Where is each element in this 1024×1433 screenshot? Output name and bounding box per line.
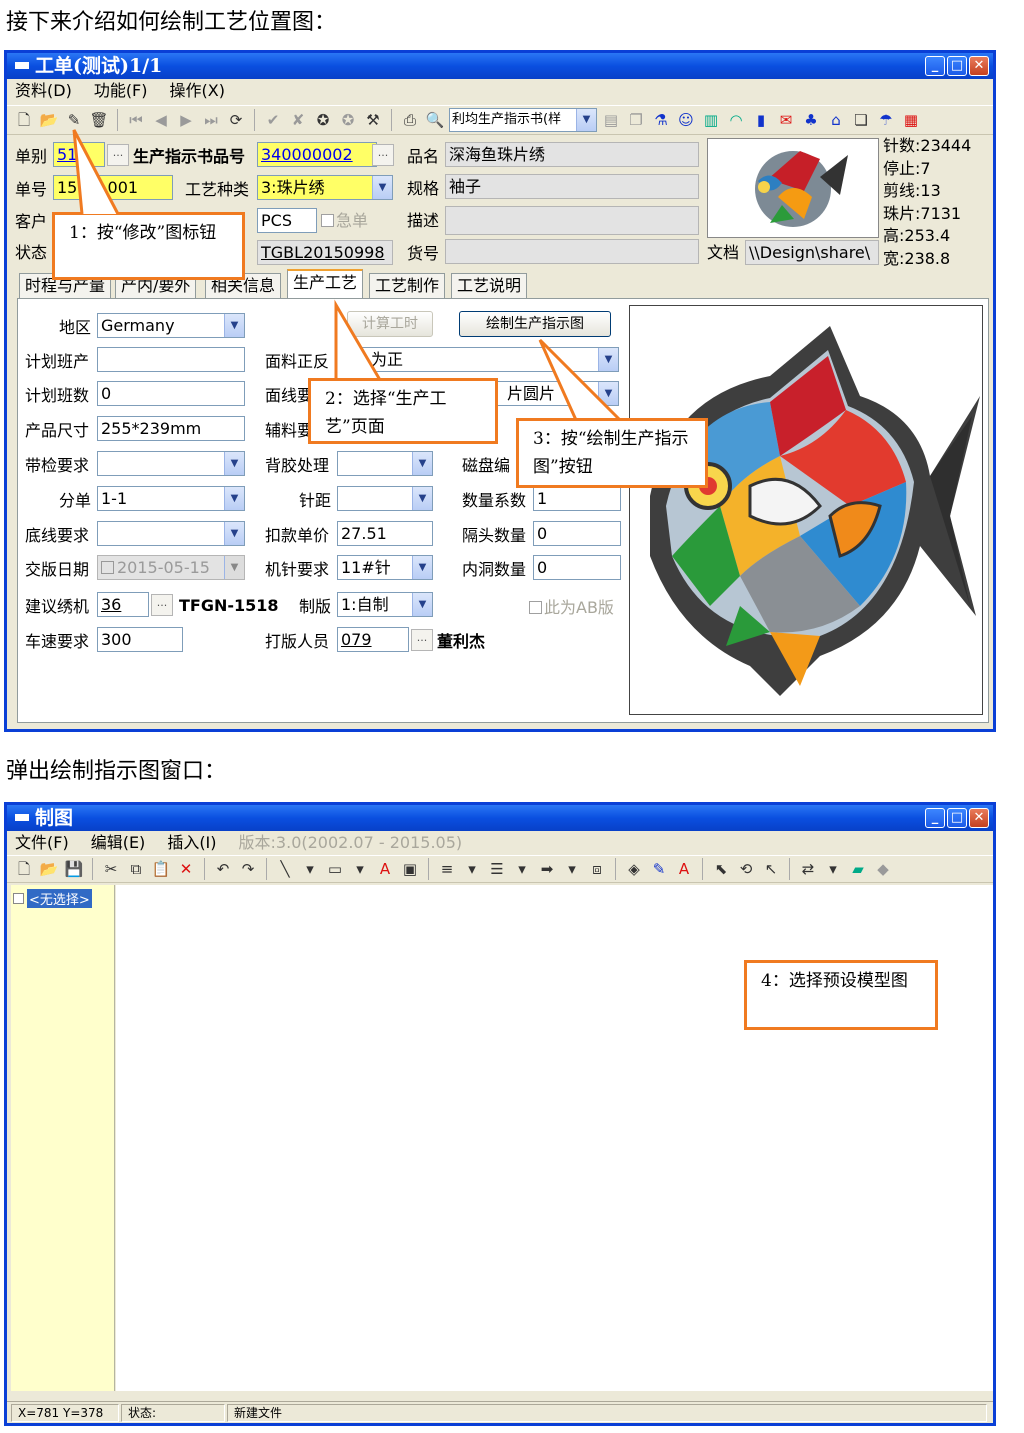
- selection-item[interactable]: <无选择>: [13, 889, 114, 908]
- arrow-style-dropdown-icon[interactable]: ▾: [561, 858, 583, 880]
- toolbar-separator: [428, 858, 429, 880]
- paste-icon[interactable]: 📋: [150, 858, 172, 880]
- draw-window: 制图 _ □ ✕ 文件(F) 编辑(E) 插入(I) 版本:3.0(2002.0…: [4, 802, 996, 1426]
- minimize-button[interactable]: _: [925, 808, 945, 828]
- draw-menubar: 文件(F) 编辑(E) 插入(I) 版本:3.0(2002.07 - 2015.…: [7, 831, 993, 855]
- cut-icon[interactable]: ✂: [100, 858, 122, 880]
- stamp-icon[interactable]: ◆: [872, 858, 894, 880]
- toolbar-separator: [615, 858, 616, 880]
- draw-toolbar: 🗋 📂 💾 ✂ ⧉ 📋 ✕ ↶ ↷ ╲ ▾ ▭ ▾ A ▣ ≡ ▾ ☰ ▾ ➡ …: [7, 855, 993, 883]
- draw-statusbar: X=781 Y=378 状态: 新建文件: [7, 1401, 993, 1423]
- font-color-icon[interactable]: A: [673, 858, 695, 880]
- undo-icon[interactable]: ↶: [212, 858, 234, 880]
- menu-insert[interactable]: 插入(I): [167, 831, 216, 855]
- callout-step2: 2：选择“生产工艺”页面: [308, 378, 498, 444]
- toolbar-separator: [266, 858, 267, 880]
- delete-icon[interactable]: ✕: [175, 858, 197, 880]
- window-system-icon[interactable]: [15, 814, 29, 821]
- fill-color-icon[interactable]: ◈: [623, 858, 645, 880]
- line-width-dropdown-icon[interactable]: ▾: [461, 858, 483, 880]
- close-button[interactable]: ✕: [969, 808, 989, 828]
- line-width-icon[interactable]: ≡: [436, 858, 458, 880]
- arrow-style-icon[interactable]: ➡: [536, 858, 558, 880]
- line-style-icon[interactable]: ☰: [486, 858, 508, 880]
- text-tool-icon[interactable]: A: [374, 858, 396, 880]
- popup-text: 弹出绘制指示图窗口：: [6, 759, 227, 784]
- toolbar-separator: [204, 858, 205, 880]
- redo-icon[interactable]: ↷: [237, 858, 259, 880]
- menu-edit[interactable]: 编辑(E): [91, 831, 146, 855]
- selection-checkbox[interactable]: [13, 893, 24, 904]
- line-tool-icon[interactable]: ╲: [274, 858, 296, 880]
- version-label: 版本:3.0(2002.07 - 2015.05): [238, 833, 463, 852]
- callout-step3: 3：按“绘制生产指示图”按钮: [516, 418, 708, 488]
- select-icon[interactable]: ⬉: [710, 858, 732, 880]
- frame-icon[interactable]: ⧈: [586, 858, 608, 880]
- draw-titlebar[interactable]: 制图 _ □ ✕: [7, 805, 993, 831]
- menu-file[interactable]: 文件(F): [15, 831, 69, 855]
- preset-model-icon[interactable]: ▰: [847, 858, 869, 880]
- callout-step4: 4：选择预设模型图: [744, 960, 938, 1030]
- no-selection-label: <无选择>: [27, 889, 92, 908]
- copy-icon[interactable]: ⧉: [125, 858, 147, 880]
- image-tool-icon[interactable]: ▣: [399, 858, 421, 880]
- open-file-icon[interactable]: 📂: [38, 858, 60, 880]
- status-label: 状态:: [121, 1404, 225, 1422]
- toolbar-separator: [789, 858, 790, 880]
- line-dropdown-icon[interactable]: ▾: [299, 858, 321, 880]
- maximize-button[interactable]: □: [947, 808, 967, 828]
- rect-dropdown-icon[interactable]: ▾: [349, 858, 371, 880]
- align-dropdown-icon[interactable]: ▾: [822, 858, 844, 880]
- draw-sidebar: <无选择>: [11, 885, 115, 1391]
- align-icon[interactable]: ⇄: [797, 858, 819, 880]
- new-file-icon[interactable]: 🗋: [13, 858, 35, 880]
- toolbar-separator: [92, 858, 93, 880]
- status-coords: X=781 Y=378: [11, 1404, 119, 1422]
- draw-title: 制图: [35, 807, 74, 829]
- rotate-icon[interactable]: ⟲: [735, 858, 757, 880]
- line-color-icon[interactable]: ✎: [648, 858, 670, 880]
- status-value: 新建文件: [227, 1404, 987, 1422]
- toolbar-separator: [702, 858, 703, 880]
- line-style-dropdown-icon[interactable]: ▾: [511, 858, 533, 880]
- save-icon[interactable]: 💾: [63, 858, 85, 880]
- pointer-icon[interactable]: ↖: [760, 858, 782, 880]
- rect-tool-icon[interactable]: ▭: [324, 858, 346, 880]
